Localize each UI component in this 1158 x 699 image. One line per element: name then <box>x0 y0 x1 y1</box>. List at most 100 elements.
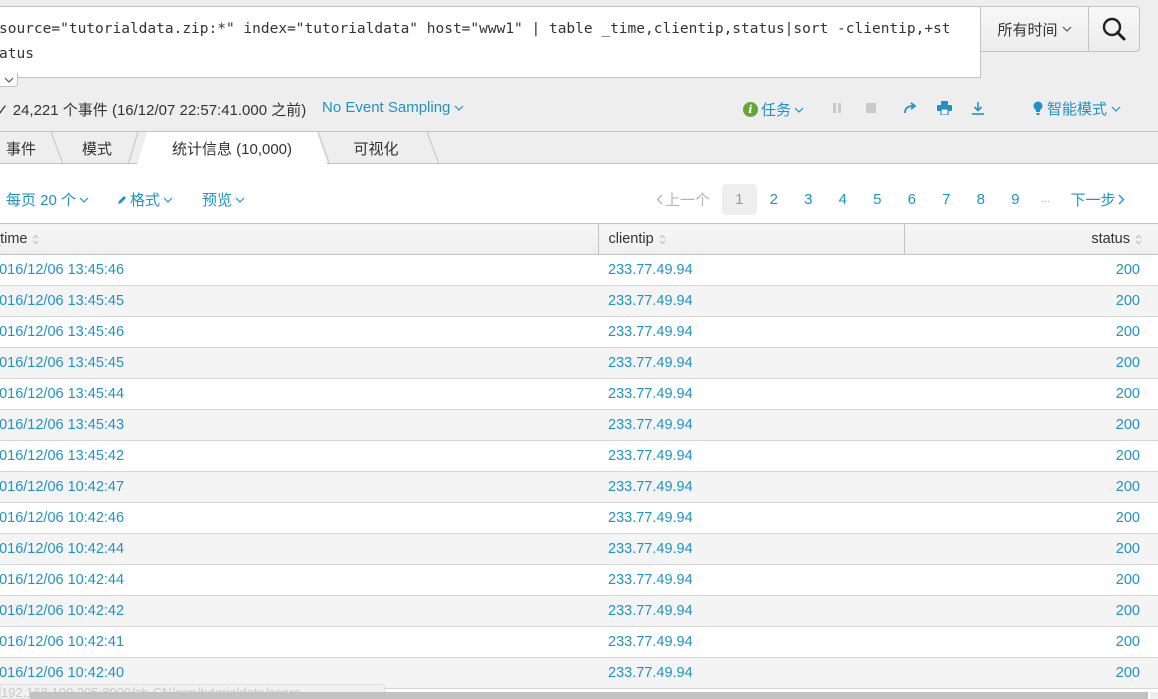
cell-clientip[interactable]: 233.77.49.94 <box>598 409 904 441</box>
cell-clientip[interactable]: 233.77.49.94 <box>598 254 904 286</box>
cell-status-text[interactable]: 200 <box>1116 417 1140 433</box>
cell-time[interactable]: 2016/12/06 10:42:41 <box>0 626 598 658</box>
cell-clientip-text[interactable]: 233.77.49.94 <box>608 665 693 681</box>
cell-time-text[interactable]: 2016/12/06 10:42:47 <box>0 479 124 495</box>
cell-time-text[interactable]: 2016/12/06 10:42:40 <box>0 665 124 681</box>
cell-time-text[interactable]: 2016/12/06 13:45:45 <box>0 293 124 309</box>
cell-time[interactable]: 2016/12/06 10:42:46 <box>0 502 598 534</box>
cell-status[interactable]: 200 <box>904 471 1158 503</box>
scroll-right-arrow[interactable] <box>1150 692 1158 699</box>
expand-search-button[interactable] <box>0 73 18 87</box>
cell-status[interactable]: 200 <box>904 285 1158 317</box>
cell-time[interactable]: 2016/12/06 13:45:44 <box>0 378 598 410</box>
export-button[interactable] <box>970 100 986 116</box>
pause-button[interactable] <box>829 100 845 116</box>
cell-clientip[interactable]: 233.77.49.94 <box>598 533 904 565</box>
cell-clientip[interactable]: 233.77.49.94 <box>598 347 904 379</box>
page-button[interactable]: 3 <box>791 184 826 215</box>
cell-status-text[interactable]: 200 <box>1116 324 1140 340</box>
page-button[interactable]: 4 <box>826 184 861 215</box>
cell-time[interactable]: 2016/12/06 10:42:42 <box>0 595 598 627</box>
cell-clientip-text[interactable]: 233.77.49.94 <box>608 572 693 588</box>
cell-time[interactable]: 2016/12/06 10:42:47 <box>0 471 598 503</box>
page-button[interactable]: 5 <box>860 184 895 215</box>
cell-status-text[interactable]: 200 <box>1116 510 1140 526</box>
prev-page-button[interactable]: 上一个 <box>656 189 710 210</box>
cell-time-text[interactable]: 2016/12/06 10:42:44 <box>0 572 124 588</box>
cell-time-text[interactable]: 2016/12/06 13:45:43 <box>0 417 124 433</box>
cell-clientip-text[interactable]: 233.77.49.94 <box>608 386 693 402</box>
cell-clientip-text[interactable]: 233.77.49.94 <box>608 417 693 433</box>
cell-clientip-text[interactable]: 233.77.49.94 <box>608 541 693 557</box>
cell-time[interactable]: 2016/12/06 13:45:46 <box>0 254 598 286</box>
cell-time[interactable]: 2016/12/06 13:45:42 <box>0 440 598 472</box>
cell-clientip[interactable]: 233.77.49.94 <box>598 285 904 317</box>
preview-dropdown[interactable]: 预览 <box>202 189 245 210</box>
cell-status[interactable]: 200 <box>904 254 1158 286</box>
search-query-text[interactable]: source="tutorialdata.zip:*" index="tutor… <box>0 17 959 67</box>
column-header-status[interactable]: status <box>904 223 1158 255</box>
cell-clientip[interactable]: 233.77.49.94 <box>598 471 904 503</box>
cell-clientip-text[interactable]: 233.77.49.94 <box>608 355 693 371</box>
page-button[interactable]: 6 <box>895 184 930 215</box>
horizontal-scrollbar[interactable] <box>30 692 1148 699</box>
cell-status[interactable]: 200 <box>904 533 1158 565</box>
cell-clientip-text[interactable]: 233.77.49.94 <box>608 448 693 464</box>
page-button[interactable]: 7 <box>929 184 964 215</box>
cell-clientip[interactable]: 233.77.49.94 <box>598 564 904 596</box>
cell-clientip[interactable]: 233.77.49.94 <box>598 595 904 627</box>
cell-time[interactable]: 2016/12/06 10:42:44 <box>0 533 598 565</box>
cell-status-text[interactable]: 200 <box>1116 541 1140 557</box>
search-button[interactable] <box>1088 6 1140 52</box>
cell-time[interactable]: 2016/12/06 13:45:43 <box>0 409 598 441</box>
search-mode-dropdown[interactable]: 智能模式 <box>1033 98 1121 119</box>
cell-status-text[interactable]: 200 <box>1116 262 1140 278</box>
cell-clientip-text[interactable]: 233.77.49.94 <box>608 510 693 526</box>
next-page-button[interactable]: 下一步 <box>1071 189 1125 210</box>
column-header-time[interactable]: _time <box>0 223 599 255</box>
cell-status[interactable]: 200 <box>904 347 1158 379</box>
tab-visualization[interactable]: 可视化 <box>330 132 422 164</box>
cell-status[interactable]: 200 <box>904 564 1158 596</box>
search-input[interactable]: source="tutorialdata.zip:*" index="tutor… <box>0 6 981 78</box>
cell-clientip[interactable]: 233.77.49.94 <box>598 626 904 658</box>
cell-clientip[interactable]: 233.77.49.94 <box>598 657 904 689</box>
cell-status[interactable]: 200 <box>904 440 1158 472</box>
cell-status-text[interactable]: 200 <box>1116 386 1140 402</box>
cell-time-text[interactable]: 2016/12/06 13:45:42 <box>0 448 124 464</box>
stop-button[interactable] <box>863 100 879 116</box>
cell-status[interactable]: 200 <box>904 657 1158 689</box>
page-button[interactable]: 9 <box>998 184 1033 215</box>
cell-clientip-text[interactable]: 233.77.49.94 <box>608 634 693 650</box>
cell-clientip-text[interactable]: 233.77.49.94 <box>608 324 693 340</box>
cell-time-text[interactable]: 2016/12/06 10:42:44 <box>0 541 124 557</box>
event-sampling-dropdown[interactable]: No Event Sampling <box>322 99 464 116</box>
cell-clientip-text[interactable]: 233.77.49.94 <box>608 293 693 309</box>
tab-statistics[interactable]: 统计信息 (10,000) <box>137 132 327 165</box>
cell-clientip[interactable]: 233.77.49.94 <box>598 440 904 472</box>
cell-time-text[interactable]: 2016/12/06 10:42:42 <box>0 603 124 619</box>
time-range-picker[interactable]: 所有时间 <box>981 6 1089 52</box>
cell-time-text[interactable]: 2016/12/06 10:42:46 <box>0 510 124 526</box>
format-dropdown[interactable]: 格式 <box>117 189 173 210</box>
cell-status[interactable]: 200 <box>904 378 1158 410</box>
cell-status-text[interactable]: 200 <box>1116 448 1140 464</box>
cell-clientip-text[interactable]: 233.77.49.94 <box>608 603 693 619</box>
cell-time-text[interactable]: 2016/12/06 13:45:46 <box>0 324 124 340</box>
cell-status-text[interactable]: 200 <box>1116 572 1140 588</box>
cell-status[interactable]: 200 <box>904 409 1158 441</box>
job-menu-button[interactable]: i 任务 <box>743 99 804 120</box>
per-page-dropdown[interactable]: 每页 20 个 <box>6 189 89 210</box>
cell-status-text[interactable]: 200 <box>1116 603 1140 619</box>
cell-clientip[interactable]: 233.77.49.94 <box>598 502 904 534</box>
cell-clientip[interactable]: 233.77.49.94 <box>598 378 904 410</box>
cell-status[interactable]: 200 <box>904 626 1158 658</box>
cell-status-text[interactable]: 200 <box>1116 293 1140 309</box>
cell-time[interactable]: 2016/12/06 13:45:46 <box>0 316 598 348</box>
cell-time[interactable]: 2016/12/06 13:45:45 <box>0 285 598 317</box>
cell-time-text[interactable]: 2016/12/06 13:45:46 <box>0 262 124 278</box>
cell-time-text[interactable]: 2016/12/06 10:42:41 <box>0 634 124 650</box>
cell-clientip-text[interactable]: 233.77.49.94 <box>608 262 693 278</box>
cell-time[interactable]: 2016/12/06 13:45:45 <box>0 347 598 379</box>
cell-status[interactable]: 200 <box>904 316 1158 348</box>
